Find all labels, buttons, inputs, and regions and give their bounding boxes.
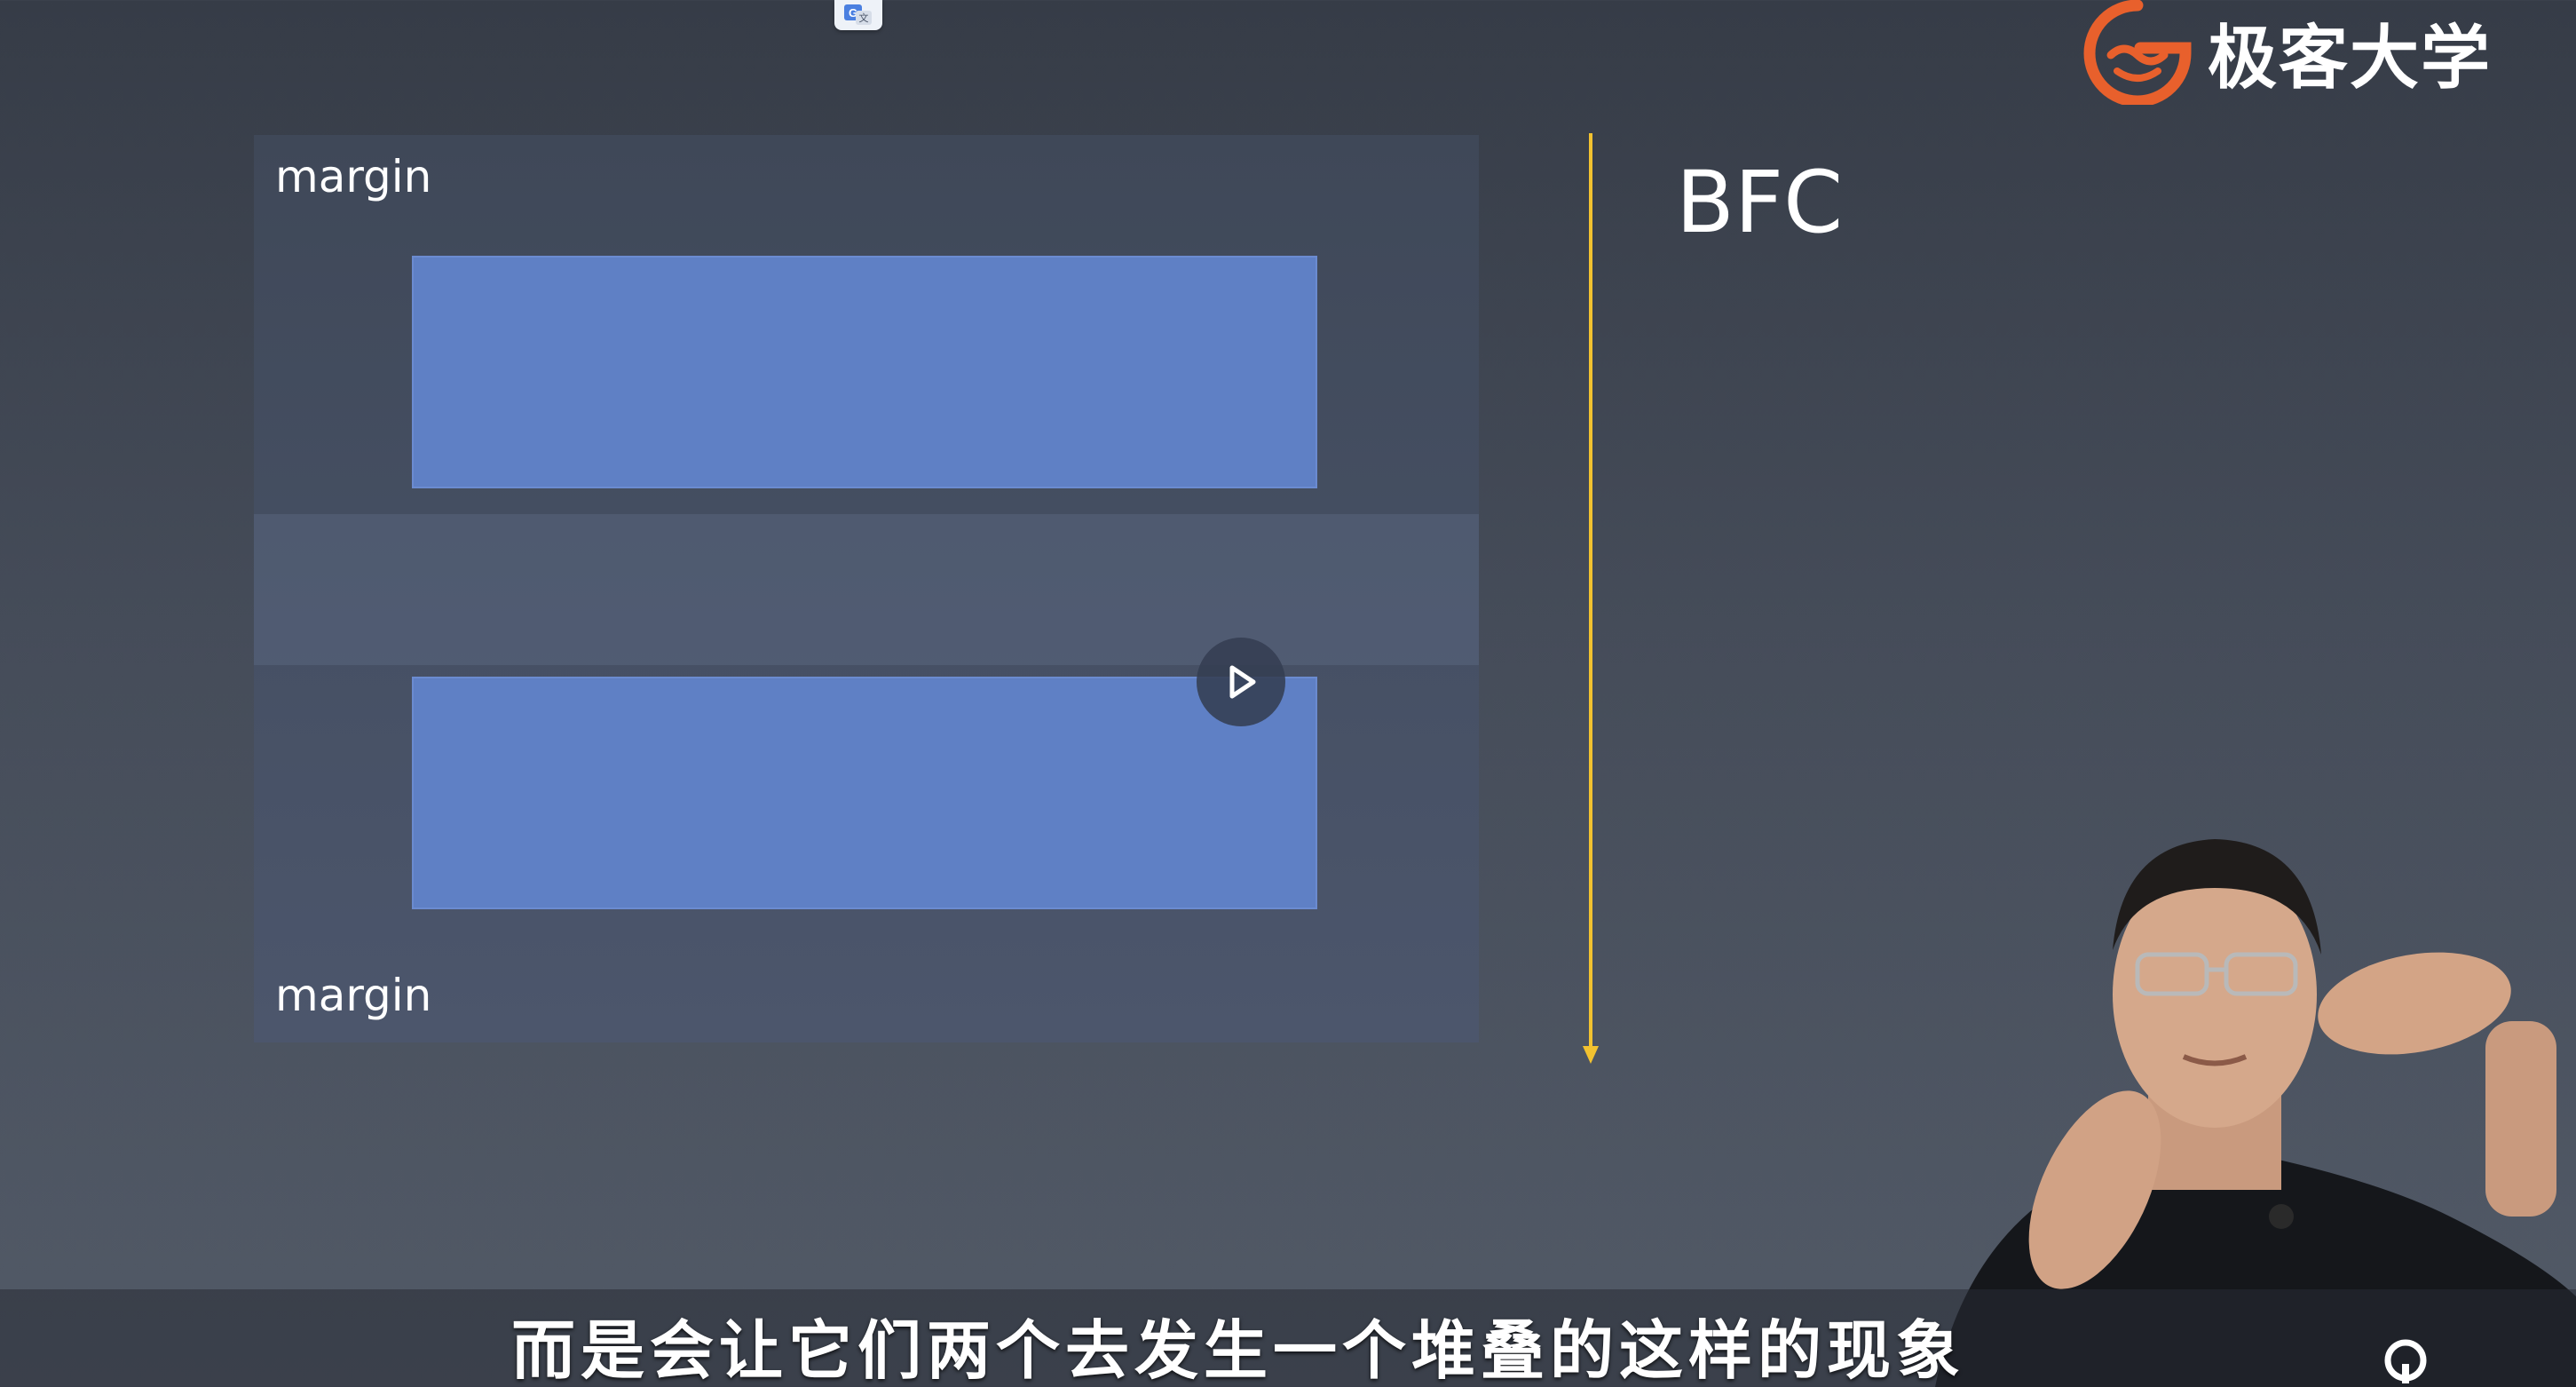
play-icon bbox=[1229, 665, 1256, 699]
slide-title: BFC bbox=[1676, 153, 1844, 252]
geek-logo-icon bbox=[2083, 0, 2192, 105]
watermark-icon bbox=[2384, 1339, 2427, 1383]
flow-direction-arrow bbox=[1583, 133, 1599, 1064]
translate-icon: G 文 bbox=[844, 4, 872, 25]
margin-label-bottom: margin bbox=[275, 970, 432, 1021]
block-first bbox=[412, 256, 1317, 488]
collapsed-margin-overlap bbox=[254, 514, 1479, 665]
brand-logo: 极客大学 bbox=[2082, 0, 2492, 105]
svg-text:文: 文 bbox=[859, 12, 869, 24]
play-button[interactable] bbox=[1197, 638, 1285, 726]
brand-name: 极客大学 bbox=[2208, 19, 2493, 99]
translate-extension-badge[interactable]: G 文 bbox=[834, 0, 882, 30]
video-subtitle: 而是会让它们两个去发生一个堆叠的这样的现象 bbox=[510, 1313, 1965, 1387]
margin-label-top: margin bbox=[275, 151, 432, 202]
margin-collapse-diagram: margin margin bbox=[254, 135, 1479, 1042]
block-second bbox=[412, 677, 1317, 909]
